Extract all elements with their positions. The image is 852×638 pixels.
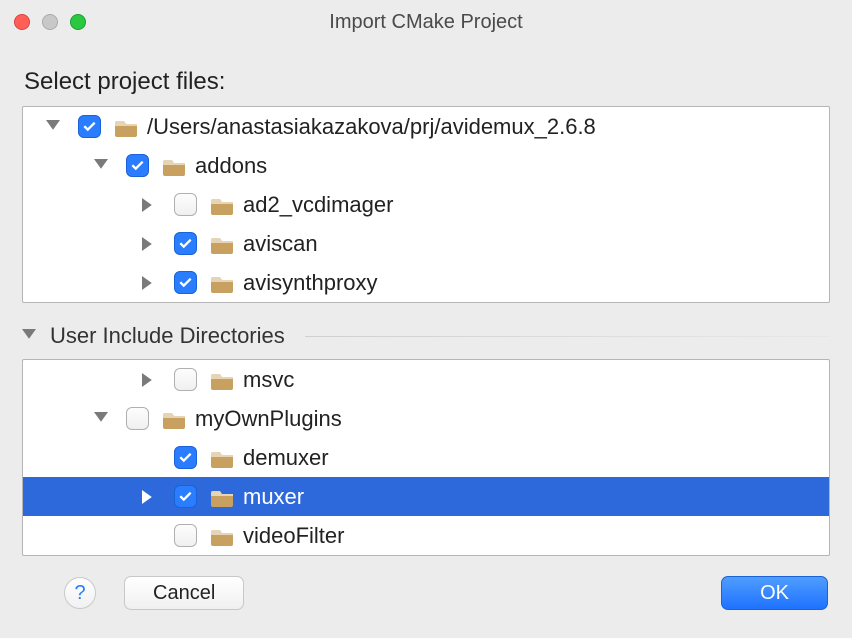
tree-row[interactable]: videoFilter [23,516,829,555]
tree-item-label: myOwnPlugins [195,406,342,432]
button-bar: ? Cancel OK [22,576,830,610]
tree-item-label: muxer [243,484,304,510]
expander-icon[interactable] [137,271,161,295]
tree-row[interactable]: aviscan [23,224,829,263]
checkbox[interactable] [174,368,197,391]
expander-icon[interactable] [137,485,161,509]
maximize-window-button[interactable] [70,14,86,30]
tree-row[interactable]: avisynthproxy [23,263,829,302]
close-window-button[interactable] [14,14,30,30]
expander-icon[interactable] [89,154,113,178]
tree-item-label: avisynthproxy [243,270,378,296]
folder-icon [161,156,189,176]
collapse-icon[interactable] [22,329,40,343]
window-title: Import CMake Project [0,11,852,34]
folder-icon [209,526,237,546]
folder-icon [209,448,237,468]
checkbox[interactable] [126,154,149,177]
tree-item-label: msvc [243,367,294,393]
tree-item-label: videoFilter [243,523,344,549]
cancel-button[interactable]: Cancel [124,576,244,610]
checkbox[interactable] [126,407,149,430]
project-files-tree[interactable]: /Users/anastasiakazakova/prj/avidemux_2.… [22,106,830,303]
checkbox[interactable] [174,524,197,547]
divider [305,336,830,337]
checkbox[interactable] [174,485,197,508]
expander-icon[interactable] [89,407,113,431]
folder-icon [161,409,189,429]
user-include-tree[interactable]: msvc myOwnPlugins demuxer muxer videoFilter [22,359,830,556]
tree-item-label: aviscan [243,231,318,257]
tree-row[interactable]: addons [23,146,829,185]
tree-row[interactable]: msvc [23,360,829,399]
checkbox[interactable] [174,271,197,294]
expander-icon[interactable] [137,368,161,392]
user-include-header[interactable]: User Include Directories [22,323,830,349]
tree-row[interactable]: muxer [23,477,829,516]
expander-icon[interactable] [41,115,65,139]
folder-icon [209,487,237,507]
checkbox[interactable] [174,232,197,255]
help-button[interactable]: ? [64,577,96,609]
tree-row[interactable]: myOwnPlugins [23,399,829,438]
folder-icon [209,234,237,254]
checkbox[interactable] [174,193,197,216]
ok-button[interactable]: OK [721,576,828,610]
expander-icon[interactable] [137,232,161,256]
tree-item-label: ad2_vcdimager [243,192,393,218]
tree-item-label: addons [195,153,267,179]
folder-icon [209,370,237,390]
tree-item-label: demuxer [243,445,329,471]
tree-row[interactable]: demuxer [23,438,829,477]
checkbox[interactable] [174,446,197,469]
tree-row[interactable]: ad2_vcdimager [23,185,829,224]
checkbox[interactable] [78,115,101,138]
project-files-label: Select project files: [24,68,828,96]
expander-icon[interactable] [137,193,161,217]
folder-icon [209,273,237,293]
tree-item-label: /Users/anastasiakazakova/prj/avidemux_2.… [147,114,596,140]
minimize-window-button[interactable] [42,14,58,30]
window-controls [14,14,86,30]
titlebar: Import CMake Project [0,0,852,44]
folder-icon [209,195,237,215]
folder-icon [113,117,141,137]
tree-row[interactable]: /Users/anastasiakazakova/prj/avidemux_2.… [23,107,829,146]
user-include-label: User Include Directories [50,323,285,349]
